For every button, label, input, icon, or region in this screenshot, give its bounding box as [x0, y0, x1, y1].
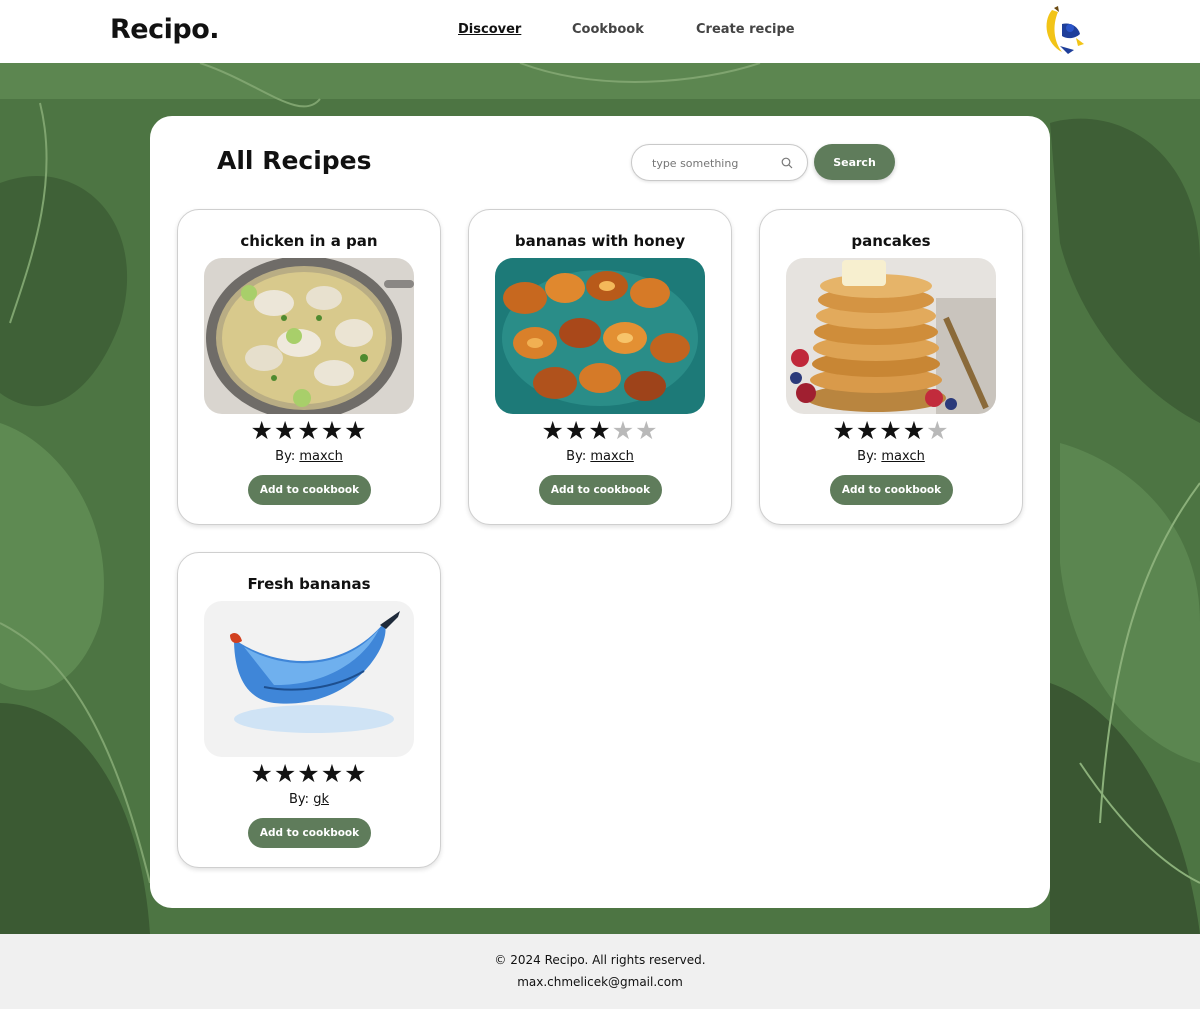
recipe-card[interactable]: Fresh bananas ★★★★★ By: gk Add to cookbo… — [177, 552, 441, 868]
star-icon: ★ — [320, 416, 345, 445]
nav-discover[interactable]: Discover — [458, 22, 521, 37]
author-prefix: By: — [275, 449, 296, 464]
recipe-title[interactable]: bananas with honey — [469, 232, 731, 250]
recipe-image[interactable] — [204, 258, 414, 414]
author-prefix: By: — [566, 449, 587, 464]
recipes-panel: All Recipes Search chicken in a pan — [150, 116, 1050, 908]
author-link[interactable]: gk — [313, 792, 329, 807]
search-button[interactable]: Search — [814, 144, 895, 180]
star-icon: ★ — [273, 416, 298, 445]
star-icon: ★ — [832, 416, 856, 445]
site-footer: © 2024 Recipo. All rights reserved. max.… — [0, 934, 1200, 1009]
recipe-author: By: maxch — [178, 449, 440, 464]
site-header: Recipo. Discover Cookbook Create recipe — [0, 0, 1200, 63]
recipe-author: By: maxch — [469, 449, 731, 464]
star-empty-icon: ★ — [611, 416, 636, 445]
star-icon: ★ — [879, 416, 903, 445]
recipe-author: By: gk — [178, 792, 440, 807]
search-box[interactable] — [631, 144, 808, 181]
star-icon: ★ — [297, 759, 321, 788]
recipe-author: By: maxch — [760, 449, 1022, 464]
add-to-cookbook-button[interactable]: Add to cookbook — [539, 475, 662, 505]
star-icon: ★ — [273, 759, 298, 788]
recipe-image[interactable] — [495, 258, 705, 414]
star-icon: ★ — [250, 759, 274, 788]
recipe-title[interactable]: Fresh bananas — [178, 575, 440, 593]
nav-cookbook[interactable]: Cookbook — [572, 22, 644, 37]
star-empty-icon: ★ — [635, 416, 659, 445]
recipe-image[interactable] — [786, 258, 996, 414]
star-rating: ★★★★★ — [469, 418, 731, 444]
author-prefix: By: — [857, 449, 878, 464]
star-icon: ★ — [344, 416, 368, 445]
recipe-card[interactable]: bananas with honey ★★★★★ By: maxch Add t… — [468, 209, 732, 525]
add-to-cookbook-button[interactable]: Add to cookbook — [830, 475, 953, 505]
star-rating: ★★★★★ — [178, 761, 440, 787]
star-icon: ★ — [902, 416, 927, 445]
star-icon: ★ — [855, 416, 880, 445]
site-logo[interactable]: Recipo. — [110, 14, 220, 45]
author-prefix: By: — [289, 792, 310, 807]
nav-create-recipe[interactable]: Create recipe — [696, 22, 795, 37]
star-icon: ★ — [541, 416, 565, 445]
author-link[interactable]: maxch — [590, 449, 633, 464]
star-icon: ★ — [297, 416, 321, 445]
page-title: All Recipes — [217, 146, 372, 175]
star-empty-icon: ★ — [926, 416, 950, 445]
star-icon: ★ — [564, 416, 589, 445]
search-icon[interactable] — [781, 157, 793, 169]
recipe-card[interactable]: pancakes ★★★★★ By: maxch Add to cookbook — [759, 209, 1023, 525]
add-to-cookbook-button[interactable]: Add to cookbook — [248, 818, 371, 848]
author-link[interactable]: maxch — [299, 449, 342, 464]
banana-avatar-icon[interactable] — [1040, 4, 1090, 58]
star-rating: ★★★★★ — [178, 418, 440, 444]
recipe-title[interactable]: pancakes — [760, 232, 1022, 250]
star-icon: ★ — [588, 416, 612, 445]
footer-copyright: © 2024 Recipo. All rights reserved. — [494, 953, 706, 967]
star-icon: ★ — [320, 759, 345, 788]
footer-email[interactable]: max.chmelicek@gmail.com — [0, 975, 1200, 989]
star-icon: ★ — [344, 759, 368, 788]
recipe-title[interactable]: chicken in a pan — [178, 232, 440, 250]
search-input[interactable] — [652, 154, 772, 172]
recipe-image[interactable] — [204, 601, 414, 757]
recipe-card[interactable]: chicken in a pan ★★★★★ By: maxch Add to … — [177, 209, 441, 525]
author-link[interactable]: maxch — [881, 449, 924, 464]
add-to-cookbook-button[interactable]: Add to cookbook — [248, 475, 371, 505]
star-icon: ★ — [250, 416, 274, 445]
star-rating: ★★★★★ — [760, 418, 1022, 444]
